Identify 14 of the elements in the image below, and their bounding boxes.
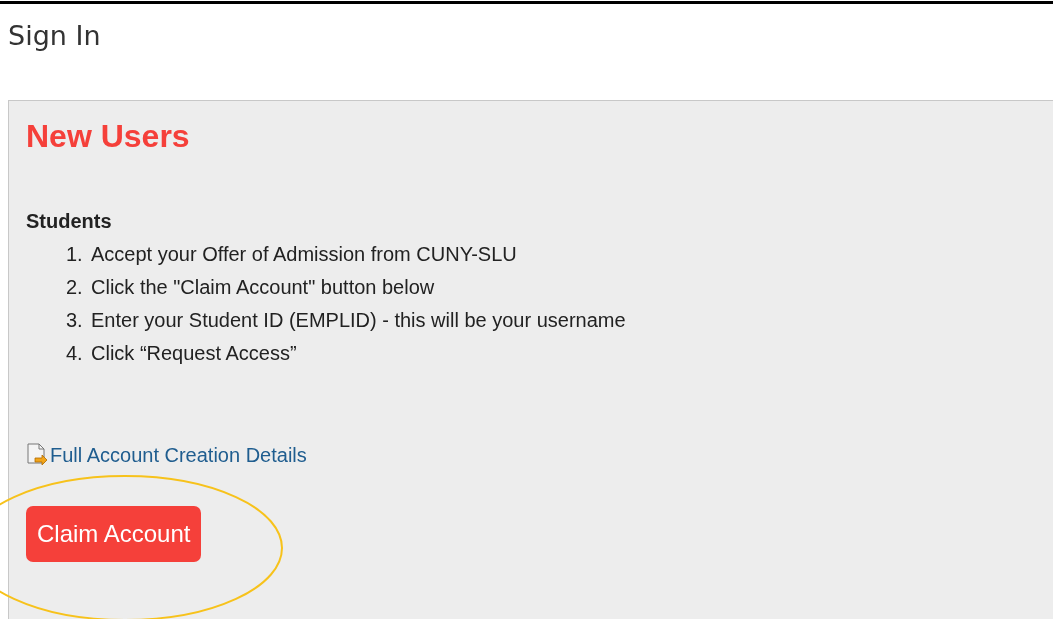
document-icon — [26, 443, 48, 467]
step-text: Click the "Claim Account" button below — [91, 275, 435, 300]
step-number: 2. — [66, 275, 84, 300]
page-title: Sign In — [8, 19, 101, 53]
panel-heading: New Users — [26, 117, 190, 155]
step-number: 1. — [66, 242, 84, 267]
account-details-link[interactable]: Full Account Creation Details — [50, 442, 307, 468]
step-text: Click “Request Access” — [91, 341, 297, 366]
section-label: Students — [26, 209, 112, 234]
claim-account-button[interactable]: Claim Account — [26, 506, 202, 562]
step-text: Enter your Student ID (EMPLID) - this will be your username — [91, 308, 626, 333]
step-number: 3. — [66, 308, 84, 333]
step-text: Accept your Offer of Admission from CUNY-SLU — [91, 242, 517, 267]
step-number: 4. — [66, 341, 84, 366]
